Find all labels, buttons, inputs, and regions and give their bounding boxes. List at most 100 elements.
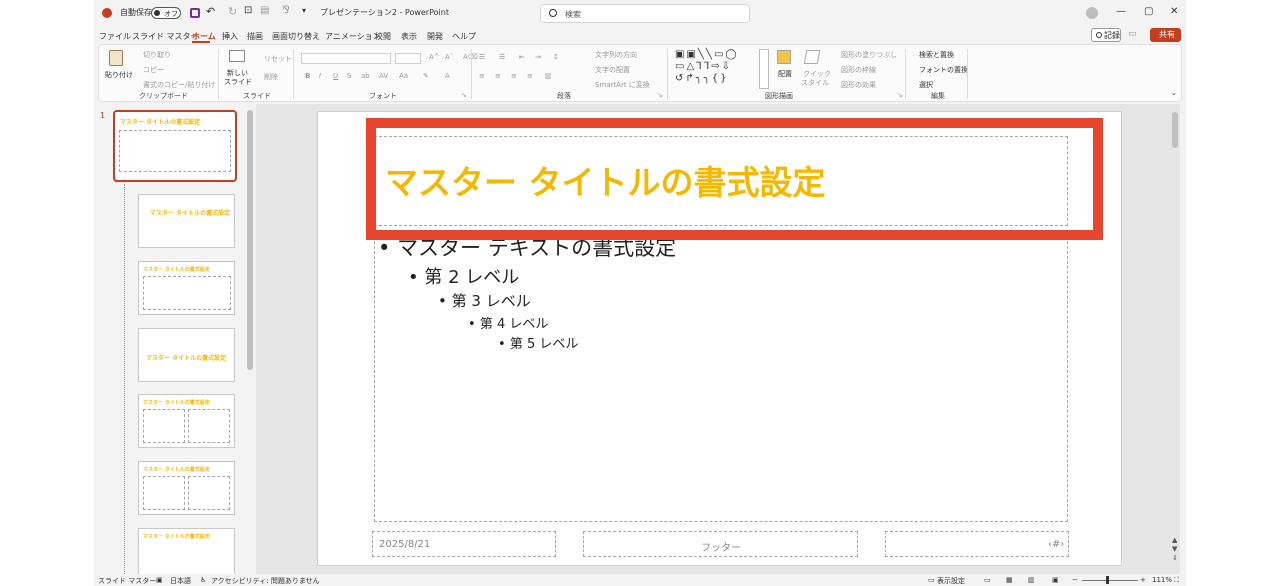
layout-thumbnail[interactable]: マスター タイトルの書式設定 bbox=[138, 394, 235, 448]
bullet-level-4[interactable]: • 第 4 レベル bbox=[468, 313, 548, 332]
tab-file[interactable]: ファイル bbox=[99, 31, 131, 42]
slideshow-icon[interactable]: ⊡ bbox=[244, 5, 252, 16]
decrease-indent-icon[interactable]: ⇤ bbox=[519, 53, 525, 61]
zoom-slider-thumb[interactable] bbox=[1106, 576, 1109, 584]
display-settings-button[interactable]: 表示設定 bbox=[937, 576, 965, 586]
arrange-icon[interactable] bbox=[777, 50, 791, 64]
underline-icon[interactable]: U bbox=[333, 72, 338, 80]
tab-insert[interactable]: 挿入 bbox=[222, 31, 238, 42]
tab-draw[interactable]: 描画 bbox=[247, 31, 263, 42]
save-icon[interactable] bbox=[190, 8, 200, 18]
bullet-level-2[interactable]: • 第 2 レベル bbox=[408, 263, 519, 289]
slideshow-view-icon[interactable]: ▣ bbox=[1052, 576, 1059, 584]
align-left-icon[interactable]: ≡ bbox=[479, 72, 485, 80]
font-dialog-launcher-icon[interactable]: ↘ bbox=[461, 91, 467, 99]
tab-view[interactable]: 表示 bbox=[401, 31, 417, 42]
layout-thumbnail[interactable]: マスター タイトルの書式設定 bbox=[138, 261, 235, 315]
shape-outline-button[interactable]: 図形の枠線 bbox=[841, 65, 876, 75]
increase-font-icon[interactable]: A^ bbox=[429, 53, 440, 61]
undo-icon[interactable]: ↶ bbox=[206, 5, 215, 18]
minimize-button[interactable]: — bbox=[1116, 6, 1126, 17]
new-slide-label-2[interactable]: スライド bbox=[224, 77, 252, 87]
bullets-icon[interactable]: ☰ bbox=[479, 53, 485, 61]
slide-sorter-icon[interactable]: ▦ bbox=[1006, 576, 1013, 584]
shape-effects-button[interactable]: 図形の効果 bbox=[841, 80, 876, 90]
reading-view-icon[interactable]: ▥ bbox=[1028, 576, 1035, 584]
drawing-dialog-launcher-icon[interactable]: ↘ bbox=[897, 91, 903, 99]
find-replace-button[interactable]: 検索と置換 bbox=[919, 50, 954, 60]
footer-placeholder[interactable]: フッター bbox=[583, 531, 858, 557]
share-button[interactable]: 共有 bbox=[1150, 28, 1181, 42]
numbering-icon[interactable]: ☰ bbox=[499, 53, 505, 61]
paragraph-dialog-launcher-icon[interactable]: ↘ bbox=[657, 91, 663, 99]
highlight-icon[interactable]: ✎ bbox=[423, 72, 429, 80]
customize-qat-icon[interactable]: ▾ bbox=[302, 6, 306, 15]
spellcheck-icon[interactable]: ▣ bbox=[156, 576, 163, 584]
autosave-toggle[interactable]: オフ bbox=[151, 7, 181, 19]
text-direction-button[interactable]: 文字列の方向 bbox=[595, 50, 637, 60]
zoom-level[interactable]: 111% bbox=[1152, 576, 1172, 584]
quick-styles-label-2[interactable]: スタイル bbox=[801, 78, 829, 88]
zoom-in-icon[interactable]: + bbox=[1140, 576, 1146, 584]
collapse-ribbon-icon[interactable]: ⌄ bbox=[1171, 89, 1177, 97]
strikethrough-icon[interactable]: ab bbox=[361, 72, 370, 80]
tab-animations[interactable]: アニメーション bbox=[325, 31, 381, 42]
select-button[interactable]: 選択 bbox=[919, 80, 933, 90]
master-thumbnail[interactable]: マスター タイトルの書式設定 bbox=[113, 110, 237, 182]
tab-help[interactable]: ヘルプ bbox=[452, 31, 476, 42]
shape-fill-button[interactable]: 図形の塗りつぶし bbox=[841, 50, 897, 60]
layout-icon[interactable]: ▤ bbox=[260, 5, 269, 16]
new-slide-icon[interactable] bbox=[229, 50, 245, 62]
maximize-button[interactable]: ▢ bbox=[1144, 6, 1153, 17]
accessibility-icon[interactable]: ♿ bbox=[200, 576, 206, 584]
format-icon[interactable]: ⅋ bbox=[282, 5, 290, 16]
scroll-down-icon[interactable]: ▲ ▼ ⇓ bbox=[1172, 536, 1178, 563]
zoom-out-icon[interactable]: − bbox=[1072, 576, 1078, 584]
tab-slide-master[interactable]: スライド マスター bbox=[132, 31, 199, 42]
justify-icon[interactable]: ≡ bbox=[527, 72, 533, 80]
copy-button[interactable]: コピー bbox=[143, 65, 164, 75]
panel-scrollbar[interactable] bbox=[247, 110, 253, 370]
arrange-button[interactable]: 配置 bbox=[778, 69, 792, 79]
shapes-gallery[interactable]: ▣▣╲╲▭◯ ▭△⅂⅂⇨⇩ ↺↱╮╮{} bbox=[675, 49, 759, 89]
bold-icon[interactable]: B bbox=[305, 72, 310, 80]
layout-thumbnail[interactable]: マスター タイトルの書式設定 bbox=[138, 328, 235, 382]
font-size-combo[interactable] bbox=[395, 53, 421, 64]
cut-button[interactable]: 切り取り bbox=[143, 50, 171, 60]
workspace-scrollbar[interactable] bbox=[1172, 112, 1178, 148]
line-spacing-icon[interactable]: ↕ bbox=[553, 53, 559, 61]
paste-button[interactable]: 貼り付け bbox=[105, 70, 133, 80]
decrease-font-icon[interactable]: Aˇ bbox=[445, 53, 453, 61]
replace-font-button[interactable]: フォントの置換 bbox=[919, 65, 968, 75]
display-settings-icon[interactable]: ▭ bbox=[928, 576, 935, 584]
zoom-slider[interactable] bbox=[1082, 580, 1138, 581]
bullet-level-3[interactable]: • 第 3 レベル bbox=[438, 290, 531, 311]
record-button[interactable]: 記録 bbox=[1091, 28, 1121, 42]
increase-indent-icon[interactable]: ⇥ bbox=[535, 53, 541, 61]
reset-button[interactable]: リセット bbox=[264, 54, 292, 64]
date-placeholder[interactable]: 2025/8/21 bbox=[372, 531, 556, 557]
align-right-icon[interactable]: ≡ bbox=[511, 72, 517, 80]
layout-thumbnail[interactable]: マスター タイトルの書式設定 bbox=[138, 461, 235, 515]
search-box[interactable]: 検索 bbox=[540, 4, 750, 23]
fit-slide-icon[interactable]: ⛶ bbox=[1174, 576, 1179, 585]
accessibility-status[interactable]: アクセシビリティ: 問題ありません bbox=[211, 576, 320, 586]
italic-icon[interactable]: I bbox=[319, 72, 321, 80]
bullet-level-5[interactable]: • 第 5 レベル bbox=[498, 333, 578, 352]
tab-developer[interactable]: 開発 bbox=[427, 31, 443, 42]
change-case-icon[interactable]: Aa bbox=[399, 72, 408, 80]
language[interactable]: 日本語 bbox=[170, 576, 191, 586]
align-text-button[interactable]: 文字の配置 bbox=[595, 65, 630, 75]
format-painter-button[interactable]: 書式のコピー/貼り付け bbox=[143, 80, 215, 90]
delete-button[interactable]: 削除 bbox=[264, 72, 278, 82]
redo-icon[interactable]: ↻ bbox=[228, 5, 237, 18]
columns-icon[interactable]: ▥ bbox=[545, 72, 552, 80]
comments-icon[interactable]: ▭ bbox=[1128, 29, 1137, 39]
font-name-combo[interactable] bbox=[301, 53, 391, 64]
char-spacing-icon[interactable]: AV bbox=[379, 72, 388, 80]
slide-number-placeholder[interactable]: ‹#› bbox=[885, 531, 1069, 557]
close-button[interactable]: ✕ bbox=[1170, 6, 1178, 17]
font-color-icon[interactable]: A bbox=[445, 72, 450, 80]
tab-transitions[interactable]: 画面切り替え bbox=[272, 31, 320, 42]
quick-styles-icon[interactable] bbox=[803, 50, 821, 64]
